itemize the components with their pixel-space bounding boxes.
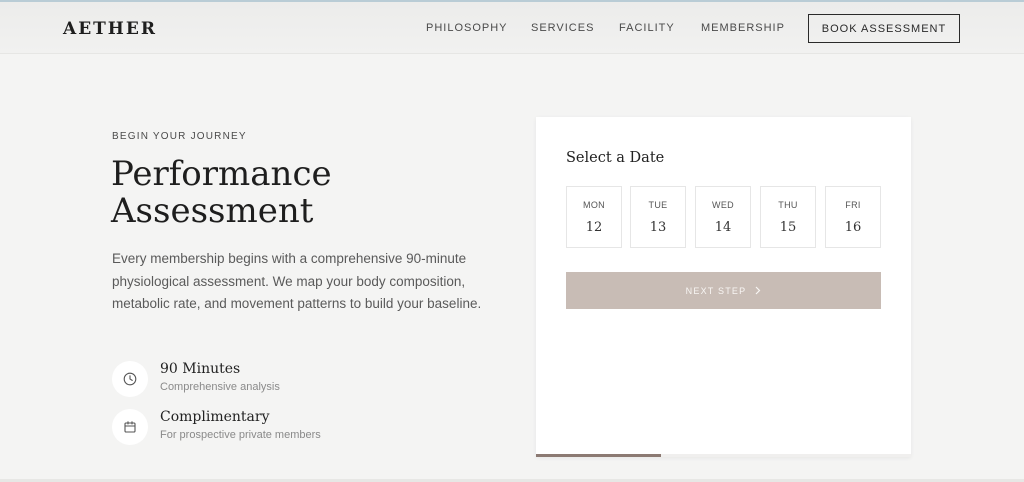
day-name: FRI: [845, 200, 861, 210]
book-assessment-button[interactable]: BOOK ASSESSMENT: [808, 14, 960, 43]
next-step-label: NEXT STEP: [685, 285, 747, 296]
feature-title: 90 Minutes: [160, 361, 241, 377]
booking-card: Select a Date MON 12 TUE 13 WED 14 THU 1…: [536, 117, 911, 457]
day-date: 12: [585, 220, 603, 235]
day-name: THU: [778, 200, 798, 210]
booking-title: Select a Date: [566, 150, 665, 166]
hero-eyebrow: BEGIN YOUR JOURNEY: [112, 131, 247, 142]
calendar-icon: [112, 409, 148, 445]
day-name: TUE: [648, 200, 668, 210]
progress-bar: [536, 454, 911, 457]
day-name: MON: [583, 200, 605, 210]
date-option-fri[interactable]: FRI 16: [825, 186, 881, 248]
feature-price: Complimentary For prospective private me…: [112, 409, 432, 449]
day-date: 16: [844, 220, 862, 235]
site-header: AETHER PHILOSOPHY SERVICES FACILITY MEMB…: [0, 2, 1024, 54]
progress-fill: [536, 454, 661, 457]
chevron-right-icon: [755, 286, 761, 295]
logo[interactable]: AETHER: [63, 19, 157, 39]
day-name: WED: [712, 200, 734, 210]
day-date: 13: [649, 220, 667, 235]
hero-intro: Every membership begins with a comprehen…: [112, 251, 482, 311]
clock-icon: [112, 361, 148, 397]
next-step-button[interactable]: NEXT STEP: [566, 272, 881, 309]
nav-philosophy[interactable]: PHILOSOPHY: [426, 22, 508, 34]
nav-services[interactable]: SERVICES: [531, 22, 594, 34]
date-option-mon[interactable]: MON 12: [566, 186, 622, 248]
page-title: Performance Assessment: [111, 154, 332, 231]
feature-subtitle: Comprehensive analysis: [160, 381, 280, 393]
feature-duration: 90 Minutes Comprehensive analysis: [112, 361, 432, 401]
date-option-thu[interactable]: THU 15: [760, 186, 816, 248]
nav-membership[interactable]: MEMBERSHIP: [701, 22, 785, 34]
feature-title: Complimentary: [160, 409, 270, 425]
feature-subtitle: For prospective private members: [160, 429, 321, 441]
nav-facility[interactable]: FACILITY: [619, 22, 675, 34]
day-date: 15: [779, 220, 797, 235]
date-option-tue[interactable]: TUE 13: [630, 186, 686, 248]
day-date: 14: [714, 220, 732, 235]
date-option-wed[interactable]: WED 14: [695, 186, 751, 248]
